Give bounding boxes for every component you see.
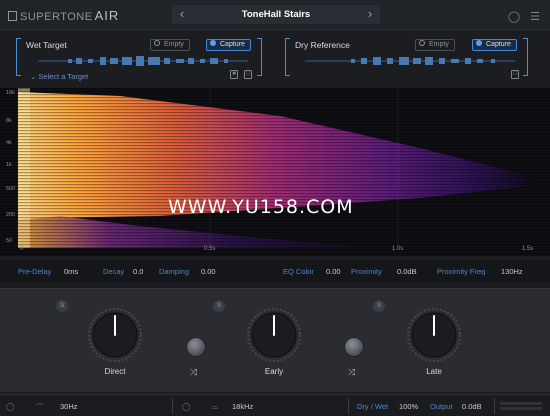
parameter-readout-row: Pre-Delay 0ms Decay 0.0 Damping 0.00 EQ …: [0, 260, 550, 282]
freq-label: 4k: [6, 140, 12, 146]
direct-knob[interactable]: [87, 307, 143, 363]
freq-label: 8k: [6, 118, 12, 124]
save-icon[interactable]: ■: [230, 70, 238, 79]
high-cut-curve-icon: ⌓: [212, 402, 218, 411]
proximity-freq-value[interactable]: 130Hz: [501, 267, 523, 276]
link-icon[interactable]: ⤨: [348, 367, 355, 378]
preset-selector[interactable]: ‹ ToneHall Stairs ›: [172, 5, 380, 24]
dry-wet-value[interactable]: 100%: [399, 402, 418, 411]
solo-late-button[interactable]: S: [373, 300, 385, 312]
wet-target-title: Wet Target: [26, 40, 67, 50]
high-cut-value[interactable]: 18kHz: [232, 402, 253, 411]
decay-value[interactable]: 0.0: [133, 267, 143, 276]
decay-label: Decay: [103, 267, 125, 276]
dry-reference-title: Dry Reference: [295, 40, 350, 50]
wet-capture-button[interactable]: Capture: [206, 39, 251, 51]
file-icon[interactable]: □: [244, 70, 252, 79]
brand-name: SUPERTONE: [20, 11, 93, 23]
time-label: 1.0s: [392, 246, 404, 252]
record-icon: [476, 40, 482, 46]
freq-label: 1k: [6, 162, 12, 168]
select-target-dropdown[interactable]: ⌄ Select a Target: [30, 72, 88, 81]
dry-waveform: [305, 57, 515, 65]
footer-bar: ◯ ⌒ 30Hz ◯ ⌓ 18kHz Dry / Wet 100% Output…: [0, 394, 550, 416]
eq-color-label: EQ Color: [283, 267, 314, 276]
damping-label: Damping: [159, 267, 190, 276]
freq-label: 500: [6, 186, 16, 192]
low-cut-value[interactable]: 30Hz: [60, 402, 78, 411]
early-knob[interactable]: [246, 307, 302, 363]
time-label: 0.5s: [204, 246, 216, 252]
pre-delay-label: Pre-Delay: [18, 267, 52, 276]
solo-direct-button[interactable]: S: [56, 300, 68, 312]
output-label: Output: [430, 402, 453, 411]
time-label: 1.5s: [522, 246, 534, 252]
proximity-value[interactable]: 0.0dB: [397, 267, 417, 276]
settings-icon[interactable]: ☰: [530, 10, 540, 23]
damping-value[interactable]: 0.00: [201, 267, 216, 276]
previous-preset-button[interactable]: ‹: [174, 5, 190, 24]
freq-label: 16k: [6, 90, 15, 96]
dry-reference-panel: Dry Reference Empty Capture □: [285, 38, 528, 82]
dry-capture-button[interactable]: Capture: [472, 39, 517, 51]
freq-label: 200: [6, 212, 16, 218]
watermark: WWW.YU158.COM: [168, 196, 354, 218]
preset-name[interactable]: ToneHall Stairs: [192, 5, 360, 24]
lightbulb-icon[interactable]: ◯: [508, 10, 520, 23]
link-icon[interactable]: ⤨: [190, 367, 197, 378]
low-cut-curve-icon: ⌒: [36, 403, 44, 412]
early-label: Early: [264, 367, 284, 376]
refresh-icon: [154, 40, 160, 46]
solo-early-button[interactable]: S: [213, 300, 225, 312]
early-late-balance-knob[interactable]: [344, 337, 364, 357]
wet-empty-button[interactable]: Empty: [150, 39, 190, 51]
output-value[interactable]: 0.0dB: [462, 402, 482, 411]
proximity-label: Proximity: [351, 267, 382, 276]
product-name: AIR: [94, 8, 120, 23]
direct-early-balance-knob[interactable]: [186, 337, 206, 357]
late-label: Late: [426, 367, 442, 376]
dry-empty-button[interactable]: Empty: [415, 39, 455, 51]
dry-wet-label: Dry / Wet: [357, 402, 389, 411]
eq-color-value[interactable]: 0.00: [326, 267, 341, 276]
power-icon[interactable]: ◯: [182, 402, 190, 411]
logo: SUPERTONE AIR: [8, 8, 119, 23]
proximity-freq-label: Proximity Freq: [437, 267, 486, 276]
time-label: 0: [20, 246, 24, 252]
pre-delay-value[interactable]: 0ms: [64, 267, 78, 276]
logo-mark-icon: [8, 11, 17, 21]
file-icon[interactable]: □: [511, 70, 519, 79]
freq-label: 50: [6, 238, 13, 244]
direct-label: Direct: [104, 367, 126, 376]
late-knob[interactable]: [406, 307, 462, 363]
mix-controls: S Direct ⤨ S Early ⤨ S Late: [0, 288, 550, 392]
refresh-icon: [419, 40, 425, 46]
record-icon: [210, 40, 216, 46]
spectrogram-image: [0, 88, 550, 256]
spectrogram-display: 16k 8k 4k 1k 500 200 50 0 0.5s 1.0s 1.5s…: [0, 88, 550, 256]
wet-waveform: [38, 56, 248, 66]
next-preset-button[interactable]: ›: [362, 5, 378, 24]
top-bar: SUPERTONE AIR ‹ ToneHall Stairs › ◯ ☰: [0, 0, 550, 30]
power-icon[interactable]: ◯: [6, 402, 14, 411]
output-meter: [500, 402, 542, 410]
